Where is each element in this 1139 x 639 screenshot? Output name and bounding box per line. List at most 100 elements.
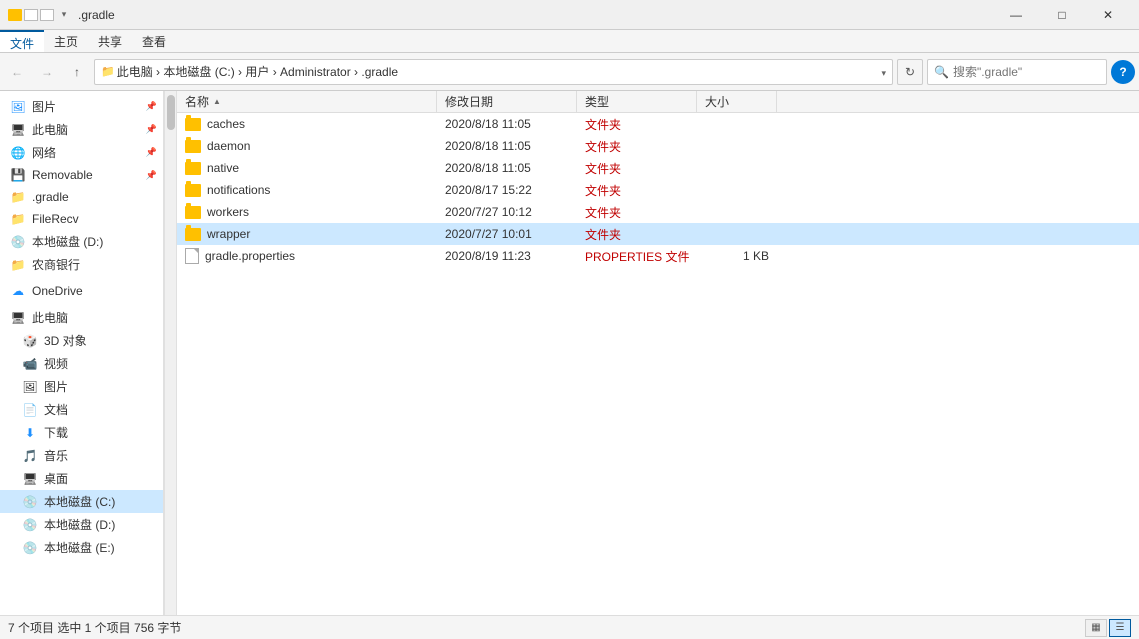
- minimize-button[interactable]: —: [993, 0, 1039, 30]
- music-icon: 🎵: [22, 448, 38, 464]
- col-header-date[interactable]: 修改日期: [437, 91, 577, 112]
- forward-button[interactable]: →: [34, 59, 60, 85]
- downloads-icon: ⬇: [22, 425, 38, 441]
- video-icon: 📹: [22, 356, 38, 372]
- sidebar-scrollbar[interactable]: [164, 91, 176, 615]
- onedrive-icon: ☁: [10, 283, 26, 299]
- file-size: [697, 179, 777, 201]
- file-name: wrapper: [177, 223, 437, 245]
- desktop-icon: 🖥: [22, 471, 38, 487]
- file-date: 2020/8/17 15:22: [437, 179, 577, 201]
- maximize-button[interactable]: □: [1039, 0, 1085, 30]
- sidebar-item-thispc[interactable]: 🖥 此电脑: [0, 306, 163, 329]
- table-row[interactable]: workers 2020/7/27 10:12 文件夹: [177, 201, 1139, 223]
- sidebar-item-music[interactable]: 🎵 音乐: [0, 444, 163, 467]
- sidebar-item-video[interactable]: 📹 视频: [0, 352, 163, 375]
- folder-icon: [185, 118, 201, 131]
- file-icon: [185, 248, 199, 264]
- tab-home[interactable]: 主页: [44, 30, 88, 52]
- back-button[interactable]: ←: [4, 59, 30, 85]
- title-dropdown[interactable]: ▾: [56, 7, 72, 23]
- file-type: 文件夹: [577, 179, 697, 201]
- address-folder-icon: 📁: [101, 65, 115, 78]
- file-name: native: [177, 157, 437, 179]
- view-grid-button[interactable]: ▦: [1085, 619, 1107, 637]
- table-row[interactable]: notifications 2020/8/17 15:22 文件夹: [177, 179, 1139, 201]
- removable-icon: 💾: [10, 167, 26, 183]
- file-type: PROPERTIES 文件: [577, 245, 697, 267]
- table-row[interactable]: daemon 2020/8/18 11:05 文件夹: [177, 135, 1139, 157]
- title-bar-icons: ▾: [8, 7, 72, 23]
- help-button[interactable]: ?: [1111, 60, 1135, 84]
- sidebar-item-diskd-quick[interactable]: 💿 本地磁盘 (D:): [0, 230, 163, 253]
- file-date: 2020/8/18 11:05: [437, 157, 577, 179]
- sidebar-item-removable[interactable]: 💾 Removable 📌: [0, 164, 163, 186]
- file-area: 名称 ▲ 修改日期 类型 大小 caches 2020/8/18 11:05: [177, 91, 1139, 615]
- diske-icon: 💿: [22, 540, 38, 556]
- sidebar-item-thispc-quick[interactable]: 🖥 此电脑 📌: [0, 118, 163, 141]
- window-title: .gradle: [78, 8, 993, 22]
- sidebar-item-pictures-quick[interactable]: 🖼 图片 📌: [0, 95, 163, 118]
- title-bar-controls: — □ ✕: [993, 0, 1131, 30]
- folder-icon: [185, 228, 201, 241]
- tab-file[interactable]: 文件: [0, 30, 44, 52]
- file-header: 名称 ▲ 修改日期 类型 大小: [177, 91, 1139, 113]
- thispc-icon: 🖥: [10, 122, 26, 138]
- sidebar-item-gradle[interactable]: 📁 .gradle: [0, 186, 163, 208]
- close-button[interactable]: ✕: [1085, 0, 1131, 30]
- sidebar-item-nongshang[interactable]: 📁 农商银行: [0, 253, 163, 276]
- sidebar-item-network-quick[interactable]: 🌐 网络 📌: [0, 141, 163, 164]
- col-header-size[interactable]: 大小: [697, 91, 777, 112]
- pictures2-icon: 🖼: [22, 379, 38, 395]
- col-header-type[interactable]: 类型: [577, 91, 697, 112]
- col-header-name[interactable]: 名称 ▲: [177, 91, 437, 112]
- title-icon-blank: [24, 9, 38, 21]
- refresh-button[interactable]: ↻: [897, 59, 923, 85]
- search-input[interactable]: [953, 65, 1083, 79]
- table-row[interactable]: native 2020/8/18 11:05 文件夹: [177, 157, 1139, 179]
- documents-icon: 📄: [22, 402, 38, 418]
- diskd2-icon: 💿: [22, 517, 38, 533]
- table-row[interactable]: wrapper 2020/7/27 10:01 文件夹: [177, 223, 1139, 245]
- search-box[interactable]: 🔍: [927, 59, 1107, 85]
- pin-icon3: 📌: [146, 147, 157, 158]
- ribbon: 文件 主页 共享 查看: [0, 30, 1139, 53]
- file-type: 文件夹: [577, 157, 697, 179]
- sidebar-item-3d[interactable]: 🎲 3D 对象: [0, 329, 163, 352]
- status-views: ▦ ☰: [1085, 619, 1131, 637]
- search-icon: 🔍: [934, 65, 949, 79]
- folder-icon: [185, 140, 201, 153]
- sidebar-item-documents[interactable]: 📄 文档: [0, 398, 163, 421]
- title-icon-yellow: [8, 9, 22, 21]
- sidebar-item-diske[interactable]: 💿 本地磁盘 (E:): [0, 536, 163, 559]
- sidebar-item-pictures[interactable]: 🖼 图片: [0, 375, 163, 398]
- table-row[interactable]: caches 2020/8/18 11:05 文件夹: [177, 113, 1139, 135]
- folder-icon: [185, 184, 201, 197]
- pin-icon4: 📌: [146, 170, 157, 181]
- file-size: [697, 135, 777, 157]
- view-list-button[interactable]: ☰: [1109, 619, 1131, 637]
- file-type: 文件夹: [577, 201, 697, 223]
- pin-icon2: 📌: [146, 124, 157, 135]
- file-size: [697, 157, 777, 179]
- sort-arrow: ▲: [213, 97, 221, 106]
- file-type: 文件夹: [577, 113, 697, 135]
- tab-share[interactable]: 共享: [88, 30, 132, 52]
- sidebar-item-onedrive[interactable]: ☁ OneDrive: [0, 280, 163, 302]
- table-row[interactable]: gradle.properties 2020/8/19 11:23 PROPER…: [177, 245, 1139, 267]
- file-date: 2020/7/27 10:12: [437, 201, 577, 223]
- sidebar-item-diskd[interactable]: 💿 本地磁盘 (D:): [0, 513, 163, 536]
- up-button[interactable]: ↑: [64, 59, 90, 85]
- sidebar: 🖼 图片 📌 🖥 此电脑 📌 🌐 网络 📌 💾 Removable 📌 📁: [0, 91, 164, 615]
- file-type: 文件夹: [577, 223, 697, 245]
- address-dropdown-icon[interactable]: ▾: [881, 65, 886, 79]
- address-bar[interactable]: 📁 此电脑 › 本地磁盘 (C:) › 用户 › Administrator ›…: [94, 59, 893, 85]
- tab-view[interactable]: 查看: [132, 30, 176, 52]
- sidebar-item-filerecv[interactable]: 📁 FileRecv: [0, 208, 163, 230]
- sidebar-item-desktop[interactable]: 🖥 桌面: [0, 467, 163, 490]
- file-size: [697, 113, 777, 135]
- file-size: [697, 223, 777, 245]
- sidebar-item-diskc[interactable]: 💿 本地磁盘 (C:): [0, 490, 163, 513]
- sidebar-item-downloads[interactable]: ⬇ 下载: [0, 421, 163, 444]
- sidebar-scroll-thumb: [167, 95, 175, 130]
